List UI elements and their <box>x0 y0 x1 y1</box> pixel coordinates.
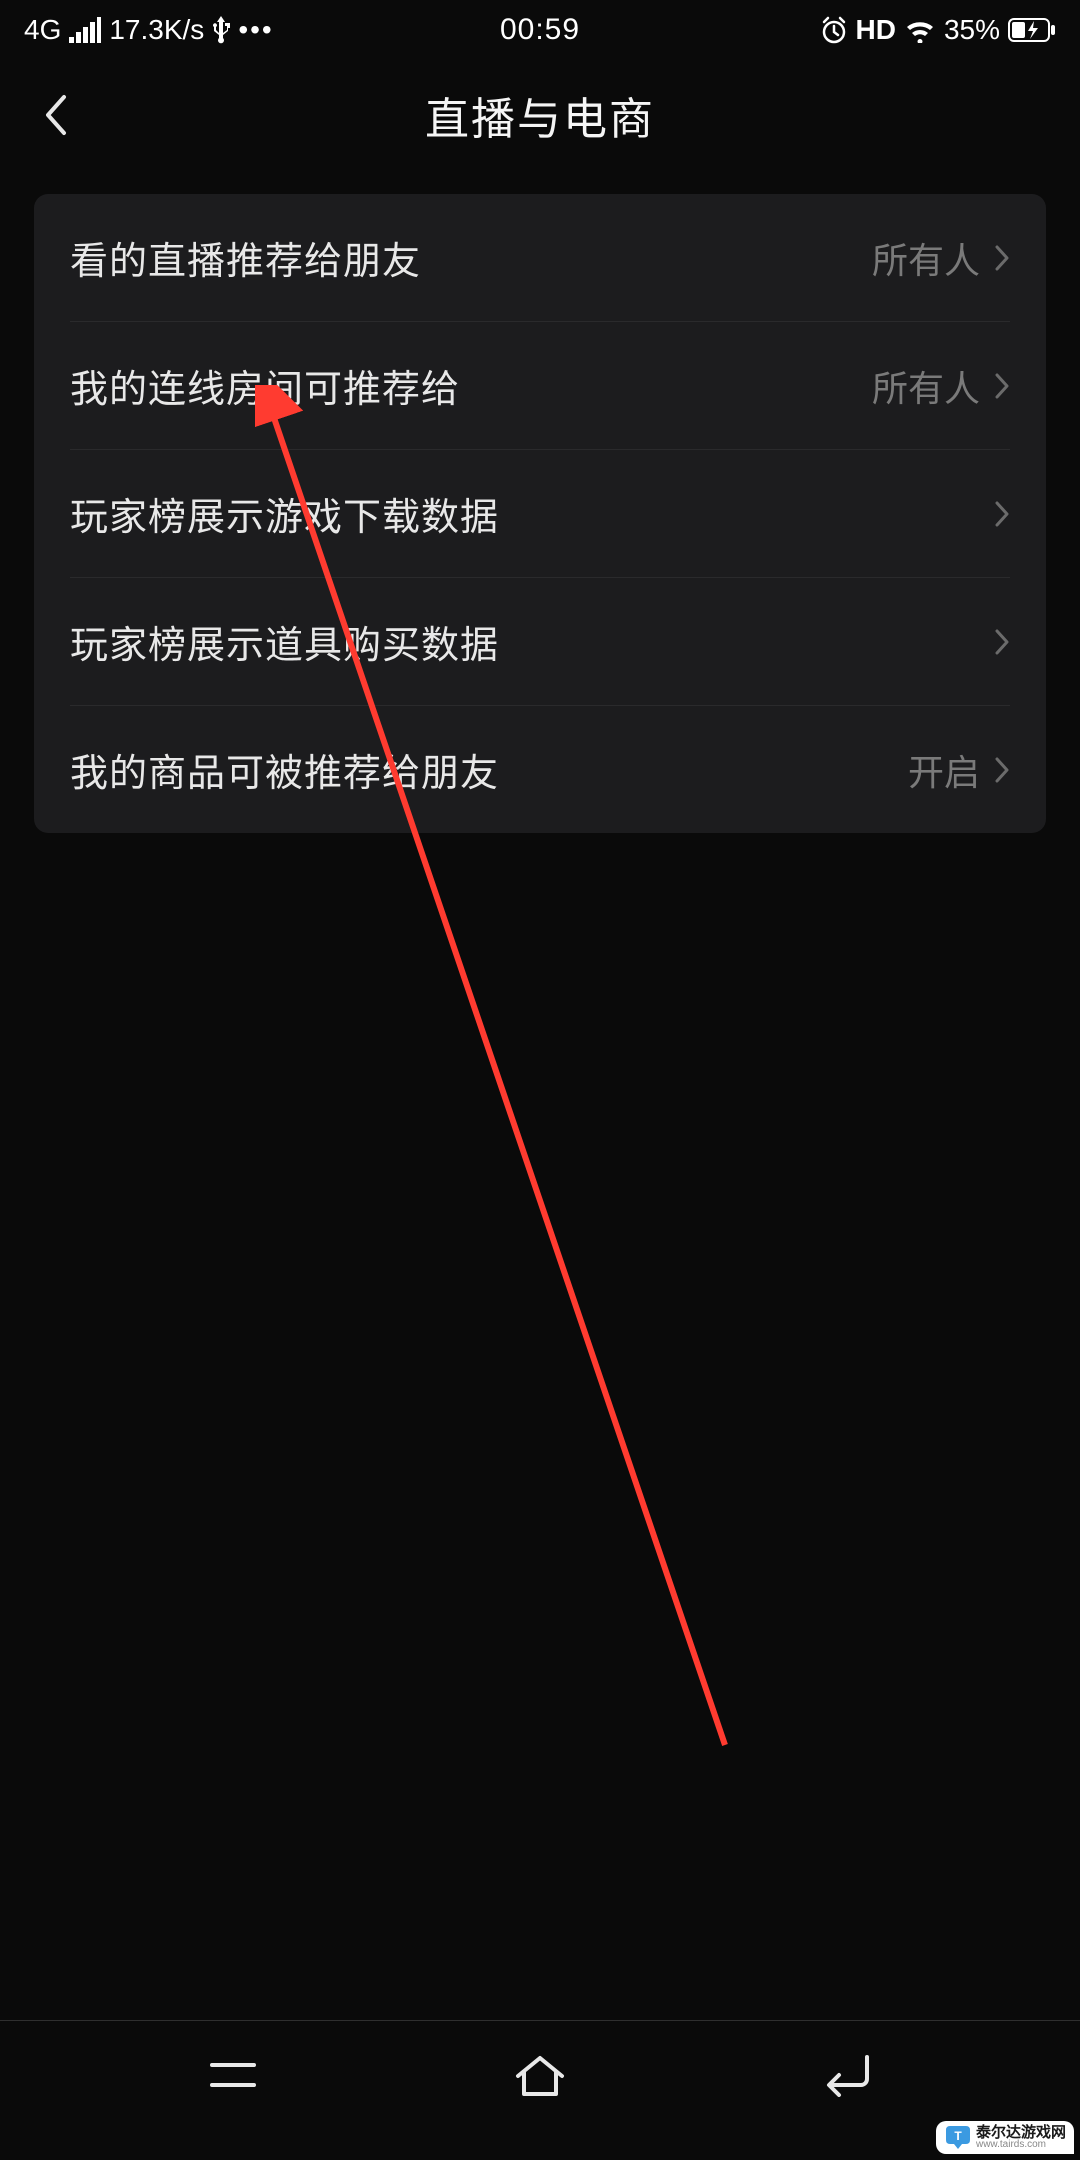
setting-right <box>980 628 1010 656</box>
content: 看的直播推荐给朋友 所有人 我的连线房间可推荐给 所有人 玩家榜展示游戏下载数据 <box>0 170 1080 833</box>
data-speed: 17.3K/s <box>109 14 204 46</box>
back-icon <box>819 2053 875 2097</box>
wifi-icon <box>904 17 936 43</box>
chevron-right-icon <box>994 756 1010 784</box>
chevron-right-icon <box>994 628 1010 656</box>
page-title: 直播与电商 <box>425 83 655 147</box>
setting-right: 所有人 <box>872 360 1010 412</box>
watermark-sub: www.tairds.com <box>976 2140 1066 2150</box>
status-bar: 4G 17.3K/s ••• 00:59 HD 35% <box>0 0 1080 60</box>
home-icon <box>510 2052 570 2098</box>
setting-label: 我的商品可被推荐给朋友 <box>70 742 499 797</box>
setting-live-recommend-friends[interactable]: 看的直播推荐给朋友 所有人 <box>34 194 1046 321</box>
watermark-name: 泰尔达游戏网 <box>976 2125 1066 2140</box>
setting-connect-room-recommend[interactable]: 我的连线房间可推荐给 所有人 <box>34 322 1046 449</box>
setting-right <box>980 500 1010 528</box>
chevron-left-icon <box>42 93 68 137</box>
status-right: HD 35% <box>820 14 1057 46</box>
system-nav-bar <box>0 2020 1080 2130</box>
watermark: T 泰尔达游戏网 www.tairds.com <box>936 2121 1074 2154</box>
battery-icon <box>1008 18 1056 42</box>
hd-label: HD <box>856 14 896 46</box>
chevron-right-icon <box>994 244 1010 272</box>
battery-percent: 35% <box>944 14 1000 46</box>
watermark-logo-icon: T <box>944 2126 972 2150</box>
setting-label: 玩家榜展示道具购买数据 <box>70 614 499 669</box>
back-button[interactable] <box>30 90 80 140</box>
setting-product-recommend-friends[interactable]: 我的商品可被推荐给朋友 开启 <box>34 706 1046 833</box>
setting-value: 所有人 <box>872 232 980 284</box>
setting-label: 看的直播推荐给朋友 <box>70 230 421 285</box>
chevron-right-icon <box>994 372 1010 400</box>
setting-player-rank-download[interactable]: 玩家榜展示游戏下载数据 <box>34 450 1046 577</box>
chevron-right-icon <box>994 500 1010 528</box>
status-left: 4G 17.3K/s ••• <box>24 14 274 46</box>
svg-text:T: T <box>954 2129 962 2143</box>
setting-right: 开启 <box>908 744 1010 796</box>
setting-label: 玩家榜展示游戏下载数据 <box>70 486 499 541</box>
setting-value: 开启 <box>908 744 980 796</box>
setting-right: 所有人 <box>872 232 1010 284</box>
setting-value: 所有人 <box>872 360 980 412</box>
setting-player-rank-item-purchase[interactable]: 玩家榜展示道具购买数据 <box>34 578 1046 705</box>
menu-icon <box>206 2055 260 2095</box>
usb-icon <box>212 16 230 44</box>
more-icon: ••• <box>238 14 273 46</box>
nav-home-button[interactable] <box>470 2052 610 2098</box>
status-time: 00:59 <box>500 13 580 47</box>
network-type: 4G <box>24 14 61 46</box>
nav-back-button[interactable] <box>777 2053 917 2097</box>
nav-menu-button[interactable] <box>163 2055 303 2095</box>
setting-label: 我的连线房间可推荐给 <box>70 358 460 413</box>
alarm-icon <box>820 16 848 44</box>
app-header: 直播与电商 <box>0 60 1080 170</box>
signal-icon <box>69 17 101 43</box>
settings-card: 看的直播推荐给朋友 所有人 我的连线房间可推荐给 所有人 玩家榜展示游戏下载数据 <box>34 194 1046 833</box>
